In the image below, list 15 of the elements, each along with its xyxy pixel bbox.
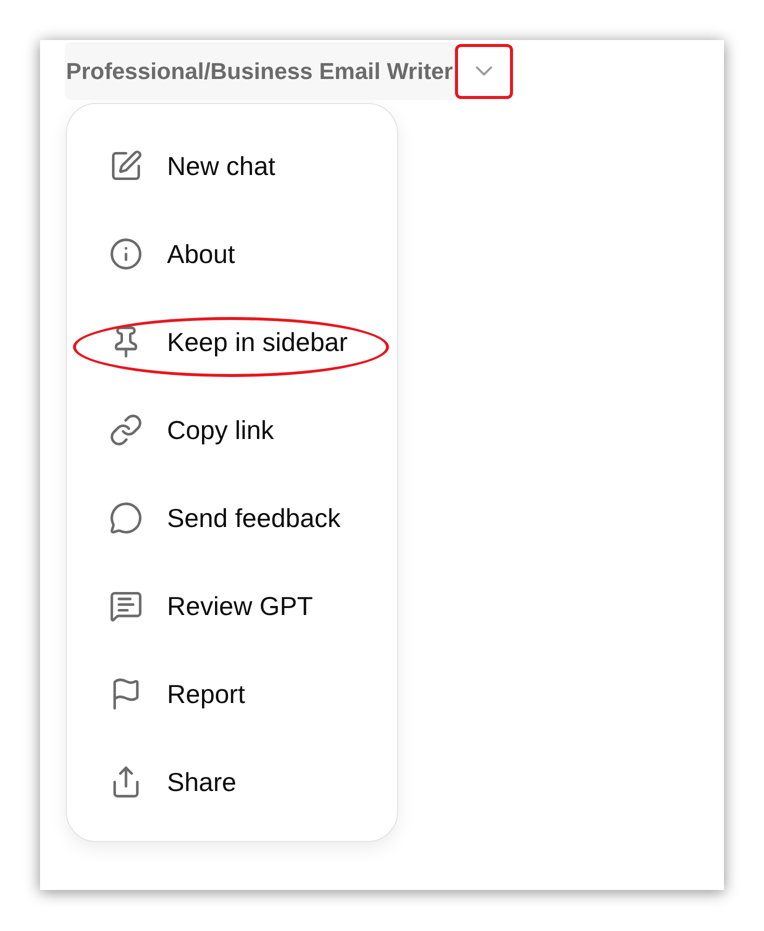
menu-item[interactable]: About [67, 210, 397, 298]
menu-item[interactable]: New chat [67, 122, 397, 210]
info-icon [109, 237, 143, 271]
dropdown-chevron-button[interactable] [454, 44, 513, 98]
chat-bubble-icon [109, 501, 143, 535]
menu-item[interactable]: Report [67, 650, 397, 738]
menu-item[interactable]: Keep in sidebar [67, 298, 397, 386]
menu-item[interactable]: Send feedback [67, 474, 397, 562]
menu-item[interactable]: Copy link [67, 386, 397, 474]
pen-square-icon [109, 149, 143, 183]
link-icon [109, 413, 143, 447]
menu-item[interactable]: Review GPT [67, 562, 397, 650]
message-text-icon [109, 589, 143, 623]
menu-item[interactable]: Share [67, 738, 397, 826]
gpt-title[interactable]: Professional/Business Email Writer [65, 42, 455, 100]
